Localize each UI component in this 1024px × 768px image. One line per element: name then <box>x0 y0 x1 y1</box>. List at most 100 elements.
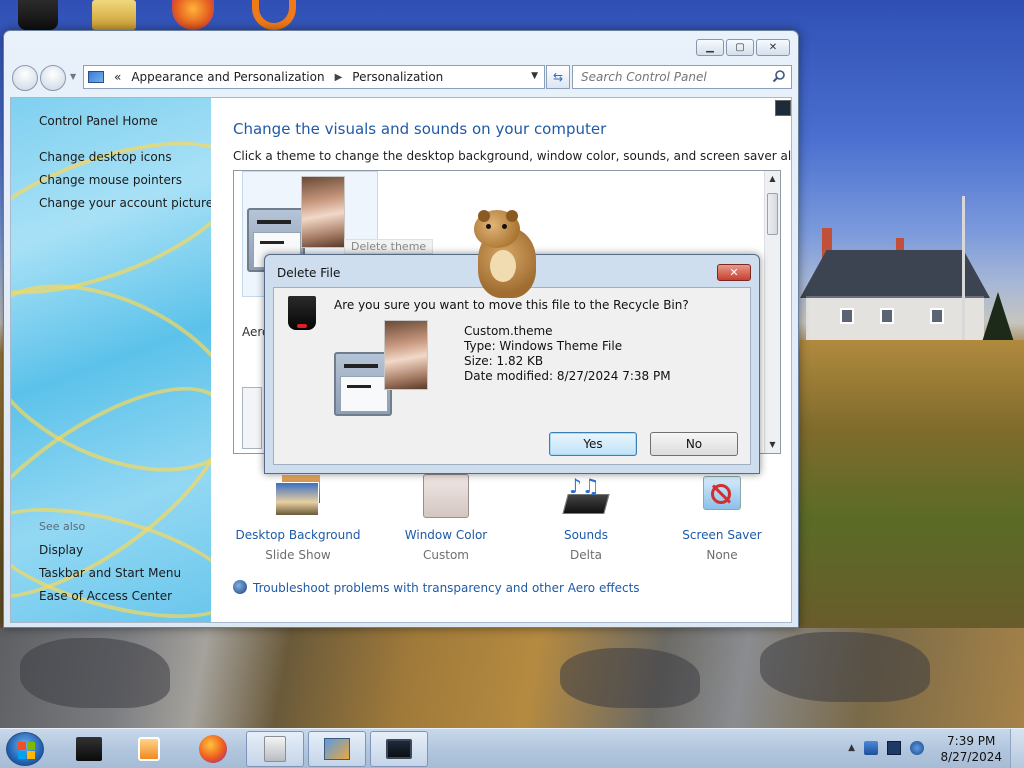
yes-button[interactable]: Yes <box>549 432 637 456</box>
breadcrumb-personalization[interactable]: Personalization <box>352 70 443 84</box>
notification-area: ▲ <box>848 741 924 755</box>
scroll-down-icon[interactable]: ▼ <box>765 437 780 453</box>
troubleshoot-aero-link[interactable]: Troubleshoot problems with transparency … <box>233 580 640 595</box>
taskbar-monitor[interactable] <box>370 731 428 767</box>
hamster-desktop-pet[interactable] <box>470 210 540 300</box>
theme-file-thumbnail <box>384 320 428 390</box>
troubleshoot-aero-text[interactable]: Troubleshoot problems with transparency … <box>253 581 640 595</box>
address-bar[interactable]: « Appearance and Personalization ▶ Perso… <box>83 65 545 89</box>
change-mouse-pointers-link[interactable]: Change mouse pointers <box>39 173 182 187</box>
theme-settings-row: Desktop Background Slide Show Window Col… <box>233 474 781 574</box>
file-name: Custom.theme <box>464 324 553 338</box>
taskbar-recycle-bin[interactable] <box>60 731 118 767</box>
clock-date: 8/27/2024 <box>940 750 1002 764</box>
task-pane: Control Panel Home Change desktop icons … <box>11 98 211 622</box>
recycle-full-icon <box>264 736 286 762</box>
back-button[interactable] <box>12 65 38 91</box>
search-box[interactable] <box>572 65 792 89</box>
recent-pages-icon[interactable]: ▼ <box>70 72 76 81</box>
no-button[interactable]: No <box>650 432 738 456</box>
screen-saver-setting[interactable]: Screen Saver None <box>657 474 787 562</box>
delete-theme-menu-item[interactable]: Delete theme <box>344 239 434 254</box>
rocky-shore <box>0 628 1024 730</box>
address-overflow[interactable]: « <box>114 70 121 84</box>
search-input[interactable] <box>573 66 763 88</box>
show-hidden-icons-icon[interactable]: ▲ <box>848 743 855 753</box>
control-panel-home-link[interactable]: Control Panel Home <box>39 114 158 128</box>
network-icon[interactable] <box>887 741 901 755</box>
search-icon[interactable] <box>772 69 786 83</box>
taskbar-control-panel[interactable] <box>308 731 366 767</box>
window-color-setting[interactable]: Window Color Custom <box>381 474 511 562</box>
start-button[interactable] <box>6 732 44 766</box>
file-date-modified: Date modified: 8/27/2024 7:38 PM <box>464 369 671 383</box>
close-button[interactable]: ✕ <box>756 39 790 56</box>
action-center-icon[interactable] <box>864 741 878 755</box>
minimize-button[interactable]: ▁ <box>696 39 724 56</box>
media-player-icon <box>138 737 160 761</box>
taskbar: ▲ 7:39 PM 8/27/2024 <box>0 728 1024 768</box>
scroll-thumb[interactable] <box>767 193 778 235</box>
windows-logo-icon <box>18 742 35 759</box>
desktop-background-setting[interactable]: Desktop Background Slide Show <box>233 474 363 562</box>
aero-theme-tile[interactable] <box>242 387 262 449</box>
change-desktop-icons-link[interactable]: Change desktop icons <box>39 150 172 164</box>
control-panel-icon <box>324 738 350 760</box>
monitor-icon <box>386 739 412 759</box>
change-account-picture-link[interactable]: Change your account picture <box>39 196 211 210</box>
caption-buttons: ▁ ▢ ✕ <box>696 39 790 56</box>
screen-saver-value: None <box>706 548 738 562</box>
sounds-link[interactable]: Sounds <box>521 528 651 542</box>
clock[interactable]: 7:39 PM 8/27/2024 <box>940 733 1002 765</box>
window-color-icon <box>421 474 471 520</box>
dialog-body: Are you sure you want to move this file … <box>273 287 751 465</box>
help-icon[interactable] <box>775 100 791 116</box>
page-title: Change the visuals and sounds on your co… <box>233 120 607 138</box>
forward-button[interactable] <box>40 65 66 91</box>
screen-saver-icon <box>697 474 747 520</box>
clock-time: 7:39 PM <box>947 734 996 748</box>
pine-tree <box>982 292 1014 342</box>
globe-icon <box>233 580 247 594</box>
volume-icon[interactable] <box>910 741 924 755</box>
sounds-icon: ♪♫ <box>561 474 611 520</box>
firefox-icon <box>199 735 227 763</box>
screen-saver-link[interactable]: Screen Saver <box>657 528 787 542</box>
file-type: Type: Windows Theme File <box>464 339 623 353</box>
recycle-bin-icon <box>288 296 316 330</box>
control-panel-icon <box>88 71 104 83</box>
recycle-bin-icon <box>76 737 102 761</box>
grass-field <box>800 340 1024 640</box>
taskbar-start-menu-link[interactable]: Taskbar and Start Menu <box>39 566 181 580</box>
refresh-button[interactable]: ⇆ <box>546 65 570 89</box>
navigation-bar: ▼ « Appearance and Personalization ▶ Per… <box>10 63 792 91</box>
dialog-close-button[interactable]: ✕ <box>717 264 751 281</box>
breadcrumb-appearance[interactable]: Appearance and Personalization <box>131 70 324 84</box>
window-color-value: Custom <box>423 548 469 562</box>
display-link[interactable]: Display <box>39 543 83 557</box>
desktop-folder-icon[interactable] <box>92 0 136 30</box>
breadcrumb-chevron-icon[interactable]: ▶ <box>335 72 343 83</box>
file-size: Size: 1.82 KB <box>464 354 544 368</box>
show-desktop-button[interactable] <box>1010 729 1024 768</box>
desktop-app-icon[interactable] <box>252 0 296 30</box>
theme-wallpaper-thumbnail <box>301 176 345 248</box>
desktop-background-value: Slide Show <box>265 548 331 562</box>
file-details: Custom.theme Type: Windows Theme File Si… <box>464 324 671 384</box>
scroll-up-icon[interactable]: ▲ <box>765 171 780 187</box>
theme-list-scrollbar[interactable]: ▲ ▼ <box>764 171 780 453</box>
desktop-recycle-bin-icon[interactable] <box>18 0 58 30</box>
address-dropdown-icon[interactable]: ▼ <box>531 71 538 81</box>
taskbar-media-player[interactable] <box>120 731 178 767</box>
see-also-heading: See also <box>39 520 86 533</box>
delete-confirmation-text: Are you sure you want to move this file … <box>334 298 689 312</box>
maximize-button[interactable]: ▢ <box>726 39 754 56</box>
window-color-link[interactable]: Window Color <box>381 528 511 542</box>
taskbar-firefox[interactable] <box>184 731 242 767</box>
desktop-firefox-icon[interactable] <box>172 0 214 30</box>
taskbar-recycle-bin-full[interactable] <box>246 731 304 767</box>
sounds-setting[interactable]: ♪♫ Sounds Delta <box>521 474 651 562</box>
flag-mast <box>962 196 965 346</box>
desktop-background-link[interactable]: Desktop Background <box>233 528 363 542</box>
ease-of-access-link[interactable]: Ease of Access Center <box>39 589 172 603</box>
